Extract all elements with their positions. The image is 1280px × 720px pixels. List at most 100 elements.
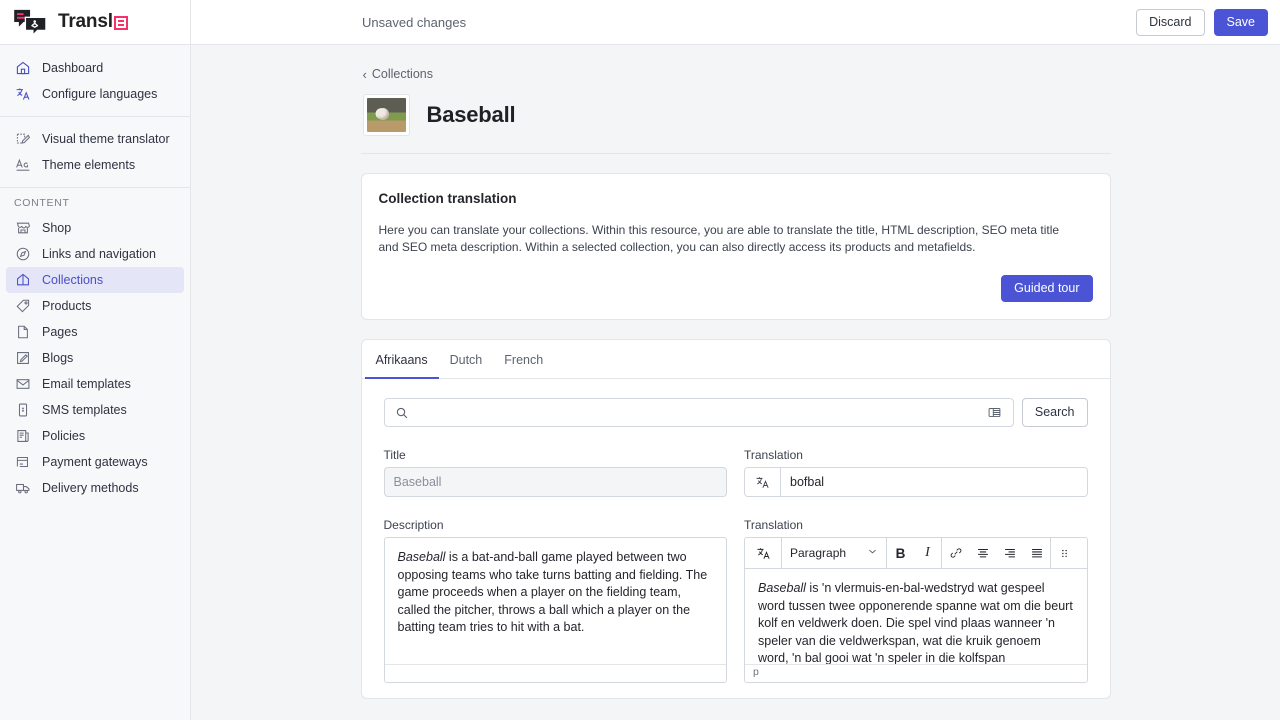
sidebar-item-dashboard[interactable]: Dashboard — [6, 55, 184, 81]
description-label: Description — [383, 518, 444, 532]
card-actions: Guided tour — [362, 269, 1110, 319]
main-column: Unsaved changes Discard Save ‹ Collectio… — [191, 0, 1280, 720]
sidebar-divider-2 — [0, 187, 190, 188]
sidebar-item-label: Visual theme translator — [42, 132, 170, 146]
topbar-actions: Discard Save — [1136, 8, 1268, 36]
sidebar-item-label: Policies — [42, 429, 86, 443]
breadcrumb-label: Collections — [371, 67, 433, 81]
sidebar-item-theme-elements[interactable]: Theme elements — [6, 152, 184, 178]
breadcrumb[interactable]: ‹ Collections — [363, 67, 1111, 81]
title-translation-input[interactable] — [781, 468, 1087, 496]
sidebar-item-policies[interactable]: Policies — [6, 423, 184, 449]
description-translation-label: Translation — [744, 518, 803, 532]
sidebar-item-configure-languages[interactable]: Configure languages — [6, 81, 184, 107]
sidebar-item-label: Pages — [42, 325, 78, 339]
sidebar-item-label: Configure languages — [42, 87, 158, 101]
block-format-value: Paragraph — [790, 546, 847, 560]
resource-header: Baseball — [360, 81, 1111, 154]
card-body: Here you can translate your collections.… — [362, 206, 1110, 269]
translation-body: is 'n vlermuis-en-bal-wedstryd wat gespe… — [758, 581, 1077, 664]
tab-afrikaans[interactable]: Afrikaans — [364, 340, 439, 379]
description-source-box[interactable]: Baseball is a bat-and-ball game played b… — [383, 537, 727, 683]
translation-emphasis: Baseball — [758, 581, 806, 595]
card-title: Collection translation — [378, 191, 517, 206]
sidebar-group-content: Shop Links and navigation Collections Pr… — [0, 215, 190, 501]
sidebar-group-theme: Visual theme translator Theme elements — [0, 126, 190, 178]
collection-thumbnail — [362, 94, 410, 136]
sidebar-item-email-templates[interactable]: Email templates — [6, 371, 184, 397]
discard-button[interactable]: Discard — [1136, 8, 1205, 36]
translation-editor-text[interactable]: Baseball is 'n vlermuis-en-bal-wedstryd … — [745, 569, 1087, 664]
drag-handle-icon[interactable] — [1051, 538, 1078, 569]
envelope-icon — [14, 376, 31, 393]
table-view-icon[interactable] — [985, 403, 1005, 423]
sidebar-item-shop[interactable]: Shop — [6, 215, 184, 241]
sidebar-section-heading: CONTENT — [14, 197, 70, 209]
description-source-body: is a bat-and-ball game played between tw… — [397, 550, 711, 635]
brand-label: Transl — [58, 11, 113, 32]
sidebar-item-label: Links and navigation — [42, 247, 156, 261]
search-row: Search — [383, 398, 1088, 427]
sidebar-item-blogs[interactable]: Blogs — [6, 345, 184, 371]
guided-tour-button[interactable]: Guided tour — [1001, 275, 1093, 302]
align-center-icon[interactable] — [969, 538, 996, 569]
link-icon[interactable] — [942, 538, 969, 569]
tab-french[interactable]: French — [493, 340, 554, 379]
sidebar-item-label: Blogs — [42, 351, 74, 365]
translate-icon[interactable] — [745, 468, 781, 496]
sidebar-item-links-and-navigation[interactable]: Links and navigation — [6, 241, 184, 267]
title-source-input[interactable] — [383, 467, 727, 497]
baseball-image — [366, 98, 406, 132]
bold-button[interactable]: B — [887, 538, 914, 569]
shop-icon — [14, 220, 31, 237]
truck-icon — [14, 480, 31, 497]
phone-icon — [14, 402, 31, 419]
sidebar-item-sms-templates[interactable]: SMS templates — [6, 397, 184, 423]
sidebar-item-label: Email templates — [42, 377, 131, 391]
search-input[interactable] — [417, 404, 979, 421]
page-title: Baseball — [426, 102, 516, 127]
sidebar-item-visual-theme-translator[interactable]: Visual theme translator — [6, 126, 184, 152]
sidebar-item-delivery-methods[interactable]: Delivery methods — [6, 475, 184, 501]
tag-icon — [14, 298, 31, 315]
description-source-text[interactable]: Baseball is a bat-and-ball game played b… — [385, 538, 727, 664]
italic-button[interactable]: I — [914, 538, 941, 569]
description-source-emphasis: Baseball — [397, 550, 446, 564]
content-scroll-area[interactable]: ‹ Collections Baseball Collection transl… — [191, 45, 1280, 720]
brand-name: Transl — [58, 11, 128, 33]
card-description: Here you can translate your collections.… — [378, 223, 1060, 254]
search-box[interactable] — [383, 398, 1014, 427]
translate-icon[interactable] — [745, 538, 781, 569]
page-container: ‹ Collections Baseball Collection transl… — [360, 45, 1111, 699]
sidebar-item-pages[interactable]: Pages — [6, 319, 184, 345]
sidebar-item-collections[interactable]: Collections — [6, 267, 184, 293]
align-justify-icon[interactable] — [1023, 538, 1050, 569]
document-icon — [14, 428, 31, 445]
sidebar-item-payment-gateways[interactable]: Payment gateways — [6, 449, 184, 475]
sidebar-item-label: Payment gateways — [42, 455, 148, 469]
brand[interactable]: Transl — [0, 0, 190, 45]
save-button[interactable]: Save — [1213, 8, 1268, 36]
chevron-left-icon: ‹ — [362, 66, 367, 82]
title-source-col: Title — [383, 448, 727, 497]
tab-dutch[interactable]: Dutch — [439, 340, 494, 379]
title-label: Title — [383, 448, 406, 462]
description-field-row: Description Baseball is a bat-and-ball g… — [383, 518, 1088, 683]
sidebar-item-label: SMS templates — [42, 403, 127, 417]
collection-translation-info-card: Collection translation Here you can tran… — [360, 173, 1111, 320]
language-tabs: Afrikaans Dutch French — [361, 340, 1110, 379]
align-right-icon[interactable] — [996, 538, 1023, 569]
compass-icon — [14, 246, 31, 263]
search-button[interactable]: Search — [1021, 398, 1088, 427]
block-format-select[interactable]: Paragraph — [782, 538, 886, 569]
sidebar-item-label: Collections — [42, 273, 104, 287]
description-source-status — [384, 664, 726, 682]
chevron-down-icon — [867, 546, 878, 560]
translation-lab-logo-icon — [12, 8, 50, 37]
title-field-row: Title Translation — [383, 448, 1088, 497]
text-format-icon — [14, 157, 31, 174]
unsaved-changes-status: Unsaved changes — [362, 14, 467, 30]
rich-text-editor: Paragraph B I Baseball is 'n vlermuis-en… — [744, 537, 1088, 683]
sidebar-item-products[interactable]: Products — [6, 293, 184, 319]
sidebar-item-label: Shop — [42, 221, 72, 235]
